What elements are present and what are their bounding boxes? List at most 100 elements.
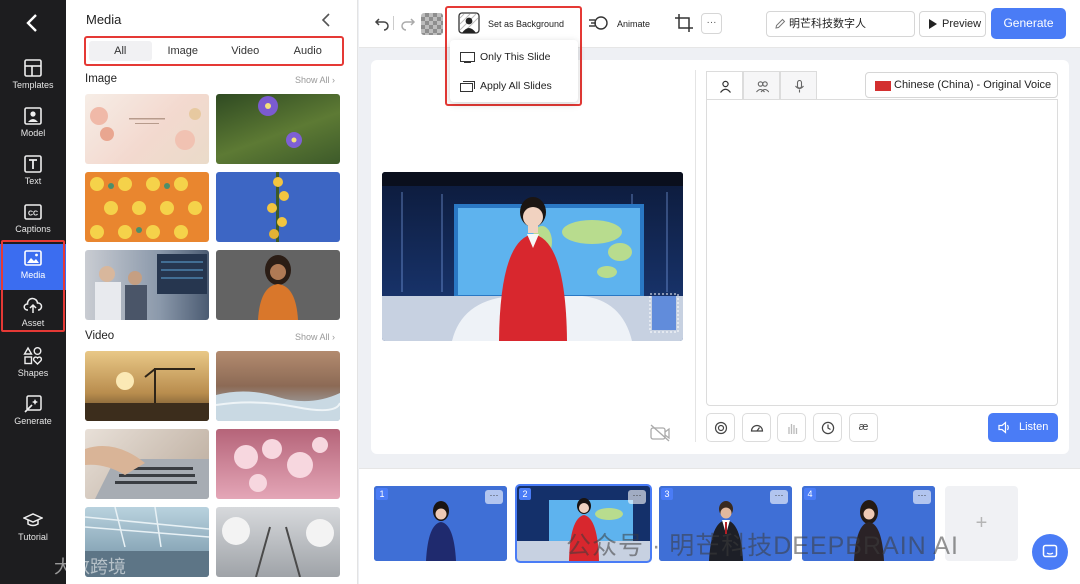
timer-icon — [821, 421, 835, 435]
generate-button[interactable]: Generate — [991, 8, 1066, 39]
nav-item-label: Captions — [15, 224, 51, 234]
tab-video[interactable]: Video — [214, 41, 277, 61]
microphone-icon — [795, 80, 804, 93]
slide-number: 3 — [661, 488, 673, 500]
openai-tool-button[interactable] — [706, 413, 735, 442]
generate-icon — [24, 395, 42, 413]
image-thumbnail[interactable] — [216, 172, 340, 242]
nav-item-label: Model — [20, 128, 46, 138]
beach-waves-thumbnail — [216, 391, 340, 421]
collapse-panel-icon[interactable] — [319, 12, 333, 28]
chat-icon — [1042, 544, 1058, 558]
nav-item-generate[interactable]: Generate — [0, 390, 66, 436]
undo-icon[interactable] — [374, 15, 390, 31]
person-icon — [720, 80, 731, 93]
background-options-menu: Only This Slide Apply All Slides — [450, 40, 578, 102]
tab-single-speaker[interactable] — [706, 71, 743, 100]
play-icon — [929, 19, 937, 29]
image-show-all-link[interactable]: Show All › — [295, 75, 335, 85]
nav-item-label: Templates — [12, 80, 54, 90]
slide-more-button[interactable]: ··· — [628, 490, 646, 504]
more-options-button[interactable]: ··· — [701, 13, 722, 34]
slide-number: 4 — [804, 488, 816, 500]
gesture-icon — [788, 424, 798, 434]
project-name-text: 明芒科技数字人 — [789, 18, 866, 30]
redo-icon[interactable] — [400, 15, 416, 31]
video-thumbnail[interactable] — [85, 351, 209, 421]
support-chat-button[interactable] — [1032, 534, 1068, 570]
laptop-typing-thumbnail — [85, 446, 209, 499]
toolbar-divider — [393, 16, 394, 30]
transparency-swatch[interactable] — [421, 13, 443, 35]
image-thumbnail[interactable] — [85, 94, 209, 164]
slide-more-button[interactable]: ··· — [770, 490, 788, 504]
nav-item-shapes[interactable]: Shapes — [0, 342, 66, 388]
video-show-all-link[interactable]: Show All › — [295, 332, 335, 342]
slide-number: 1 — [376, 488, 388, 500]
video-thumbnail[interactable] — [216, 351, 340, 421]
nav-item-label: Text — [24, 176, 42, 186]
crop-icon[interactable] — [675, 14, 693, 32]
shapes-icon — [23, 346, 43, 365]
tab-multi-speaker[interactable] — [743, 71, 780, 100]
slide-number: 2 — [519, 488, 531, 500]
panel-title: Media — [86, 12, 122, 27]
listen-button[interactable]: Listen — [988, 413, 1058, 442]
captions-icon: CC — [24, 204, 42, 220]
speaker-icon — [998, 421, 1009, 434]
option-label: Only This Slide — [480, 51, 551, 63]
project-name-field[interactable]: 明芒科技数字人 — [766, 11, 915, 37]
monitor-icon — [460, 52, 475, 63]
crane-sunset-thumbnail — [85, 368, 209, 421]
timer-tool-button[interactable] — [813, 413, 842, 442]
video-thumbnail[interactable] — [85, 429, 209, 499]
templates-icon — [24, 59, 42, 77]
tab-microphone[interactable] — [780, 71, 817, 100]
tab-audio[interactable]: Audio — [277, 41, 340, 61]
people-icon — [756, 81, 769, 93]
image-thumbnail[interactable] — [85, 172, 209, 242]
listen-label: Listen — [1019, 421, 1049, 433]
nav-item-label: Generate — [14, 416, 52, 426]
voice-label: Chinese (China) - Original Voice — [894, 79, 1052, 91]
snowy-railway-thumbnail — [222, 517, 334, 577]
slide-thumbnail[interactable]: 1 ··· — [374, 486, 507, 561]
gesture-tool-button[interactable] — [777, 413, 806, 442]
apply-all-slides-option[interactable]: Apply All Slides — [460, 80, 552, 92]
script-editor[interactable] — [706, 99, 1058, 406]
nav-item-model[interactable]: Model — [0, 102, 66, 148]
nav-item-text[interactable]: Text — [0, 150, 66, 196]
slide-more-button[interactable]: ··· — [913, 490, 931, 504]
nav-item-label: Tutorial — [18, 532, 48, 542]
tab-image[interactable]: Image — [152, 41, 215, 61]
phoneme-tool-button[interactable]: æ — [849, 413, 878, 442]
slide-canvas[interactable] — [382, 172, 683, 341]
image-thumbnail[interactable] — [216, 94, 340, 164]
tab-all[interactable]: All — [89, 41, 152, 61]
nav-item-templates[interactable]: Templates — [0, 54, 66, 100]
animate-icon[interactable] — [589, 15, 609, 31]
only-this-slide-option[interactable]: Only This Slide — [460, 51, 550, 63]
nav-item-captions[interactable]: CC Captions — [0, 198, 66, 244]
video-thumbnail[interactable] — [216, 429, 340, 499]
animate-button[interactable]: Animate — [617, 19, 650, 29]
voice-selector[interactable]: Chinese (China) - Original Voice — [865, 72, 1058, 98]
camera-off-icon[interactable] — [650, 424, 670, 442]
chevron-left-icon[interactable] — [22, 12, 44, 34]
video-thumbnail[interactable] — [216, 507, 340, 577]
floral-art-thumbnail — [90, 107, 201, 150]
news-studio-scene — [382, 172, 683, 341]
media-tabs: All Image Video Audio — [84, 36, 344, 66]
image-thumbnail[interactable] — [216, 250, 340, 320]
slide-more-button[interactable]: ··· — [485, 490, 503, 504]
china-flag-icon — [875, 81, 891, 91]
tutorial-icon — [23, 513, 43, 527]
watermark-text: 公众号 · 明芒科技DEEPBRAIN AI — [566, 532, 959, 560]
woman-portrait-thumbnail — [258, 255, 298, 320]
speed-tool-button[interactable] — [742, 413, 771, 442]
panel-divider — [695, 70, 696, 442]
image-thumbnail[interactable] — [85, 250, 209, 320]
media-asset-highlight — [1, 240, 65, 332]
preview-button[interactable]: Preview — [919, 11, 986, 37]
nav-item-tutorial[interactable]: Tutorial — [0, 506, 66, 552]
